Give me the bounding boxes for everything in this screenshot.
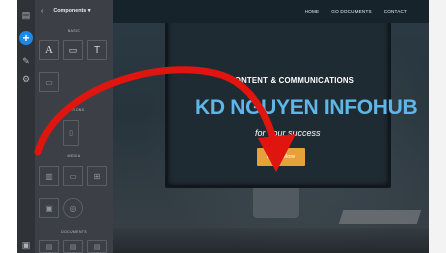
layers-icon[interactable]: ▤: [19, 8, 33, 22]
section-label-documents: DOCUMENTS: [61, 230, 87, 234]
image-component-tile[interactable]: ▭: [63, 40, 83, 60]
panel-title[interactable]: Components ▾: [53, 8, 90, 14]
hero-title: KD NGUYEN INFOHUB: [195, 96, 418, 119]
icon-rail: ▤ + ✎ ⚙ ▣: [17, 0, 35, 253]
components-panel: ‹ Components ▾ BASIC A ▭ T ▭ SECTIONS ▯ …: [35, 0, 113, 253]
brush-icon[interactable]: ✎: [19, 54, 33, 68]
add-icon[interactable]: +: [19, 31, 33, 45]
monitor-stand-graphic: [253, 188, 299, 218]
right-edge: [429, 0, 446, 253]
back-icon[interactable]: ‹: [41, 8, 43, 15]
nav-contact[interactable]: CONTACT: [384, 9, 407, 14]
nav-go-documents[interactable]: GO DOCUMENTS: [331, 9, 371, 14]
hero-tagline: for your success: [255, 128, 321, 138]
settings-icon[interactable]: ⚙: [19, 72, 33, 86]
hero-subtitle: CONTENT & COMMUNICATIONS: [229, 76, 355, 85]
section-label-basic: BASIC: [67, 29, 81, 33]
video-component-tile[interactable]: ▭: [63, 166, 83, 186]
button-component-tile[interactable]: ▭: [39, 72, 59, 92]
editor-screenshot: ▤ + ✎ ⚙ ▣ ‹ Components ▾ BASIC A ▭ T ▭ S…: [0, 0, 446, 253]
document-tile-2[interactable]: ▤: [63, 240, 83, 253]
learn-more-button[interactable]: Learn More: [257, 148, 305, 166]
desk-graphic: [113, 228, 429, 253]
keyboard-graphic: [338, 210, 422, 224]
code-icon[interactable]: ▣: [19, 238, 33, 252]
section-label-media: MEDIA: [67, 154, 81, 158]
nav-home[interactable]: HOME: [305, 9, 320, 14]
document-tile-3[interactable]: ▤: [87, 240, 107, 253]
map-component-tile[interactable]: ◎: [63, 198, 83, 218]
gallery-component-tile[interactable]: ▥: [39, 166, 59, 186]
panel-header: ‹ Components ▾: [35, 0, 113, 22]
section-component-tile[interactable]: ▯: [63, 120, 79, 146]
site-navbar: HOME GO DOCUMENTS CONTACT: [113, 0, 429, 23]
document-tile-1[interactable]: ▤: [39, 240, 59, 253]
grid-component-tile[interactable]: ⊞: [87, 166, 107, 186]
heading-component-tile[interactable]: T: [87, 40, 107, 60]
site-preview: HOME GO DOCUMENTS CONTACT CONTENT & COMM…: [113, 0, 429, 253]
section-label-sections: SECTIONS: [63, 108, 85, 112]
embed-component-tile[interactable]: ▣: [39, 198, 59, 218]
text-component-tile[interactable]: A: [39, 40, 59, 60]
